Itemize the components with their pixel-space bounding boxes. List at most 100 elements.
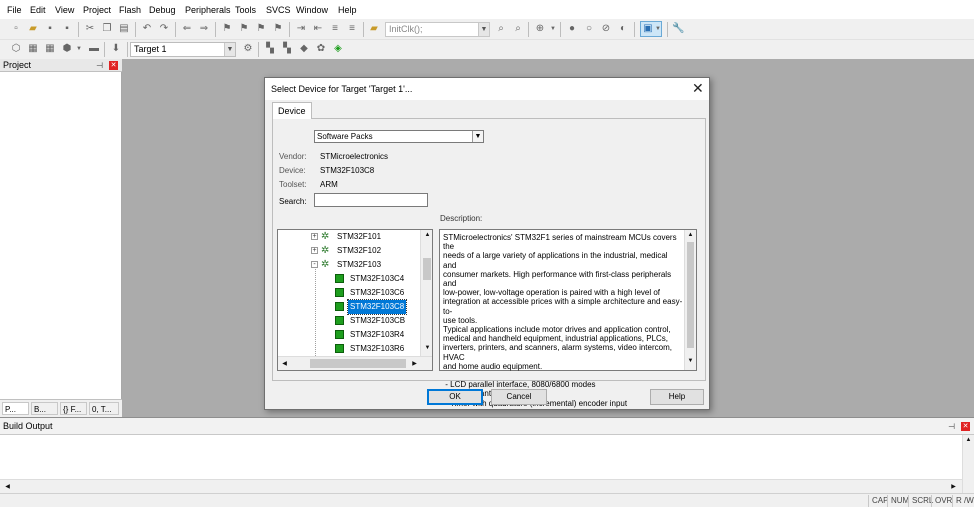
indent-icon[interactable]: ⇥ <box>295 23 307 35</box>
file-extensions-icon[interactable]: ▚ <box>264 43 276 55</box>
tree-item-family[interactable]: + ✲ STM32F101 <box>278 230 418 244</box>
menu-file[interactable]: File <box>7 5 22 15</box>
rebuild-icon[interactable]: ▦ <box>44 43 56 55</box>
target-options-icon[interactable]: ⚙ <box>242 43 254 55</box>
find-in-files-icon[interactable]: ▰ <box>368 23 380 35</box>
tab-device[interactable]: Device <box>272 102 312 119</box>
pack-select[interactable]: Software Packs ▼ <box>314 130 484 143</box>
download-icon[interactable]: ⬇ <box>110 43 122 55</box>
translate-icon[interactable]: ⬡ <box>10 43 22 55</box>
open-file-icon[interactable]: ▰ <box>27 23 39 35</box>
menu-edit[interactable]: Edit <box>30 5 46 15</box>
scroll-left-icon[interactable]: ◀ <box>279 360 290 367</box>
tree-item-family[interactable]: - ✲ STM32F103 <box>278 258 418 272</box>
chevron-down-icon[interactable]: ▼ <box>73 43 85 55</box>
pack-installer-icon[interactable]: ◆ <box>298 43 310 55</box>
find-icon[interactable]: ⌕ <box>495 23 507 35</box>
close-icon[interactable]: ✕ <box>961 422 970 431</box>
tree-item-family[interactable]: + ✲ STM32F102 <box>278 244 418 258</box>
chevron-down-icon[interactable]: ▼ <box>224 43 235 56</box>
unindent-icon[interactable]: ⇤ <box>312 23 324 35</box>
tree-item-device[interactable]: STM32F103R4 <box>278 328 418 342</box>
menu-window[interactable]: Window <box>296 5 328 15</box>
scroll-thumb[interactable] <box>687 242 694 348</box>
configure-icon[interactable]: 🔧 <box>672 23 684 35</box>
navigate-back-icon[interactable]: ⇐ <box>181 23 193 35</box>
scroll-down-icon[interactable]: ▼ <box>685 358 696 364</box>
scroll-thumb[interactable] <box>310 359 406 368</box>
scroll-down-icon[interactable]: ▼ <box>422 345 432 351</box>
expand-icon[interactable]: + <box>311 233 318 240</box>
copy-icon[interactable]: ❐ <box>101 23 113 35</box>
build-output-horizontal-scrollbar[interactable]: ◀ ▶ <box>0 479 962 493</box>
save-all-icon[interactable]: ▪ <box>61 23 73 35</box>
scroll-right-icon[interactable]: ▶ <box>948 483 959 490</box>
description-vertical-scrollbar[interactable]: ▲ ▼ <box>684 230 696 370</box>
chevron-down-icon[interactable]: ▼ <box>478 23 489 36</box>
save-icon[interactable]: ▪ <box>44 23 56 35</box>
cut-icon[interactable]: ✂ <box>84 23 96 35</box>
stop-build-icon[interactable]: ▬ <box>88 43 100 55</box>
rte-icon[interactable]: ◈ <box>332 43 344 55</box>
uncomment-icon[interactable]: ≡ <box>346 23 358 35</box>
pin-icon[interactable]: ⊣ <box>948 418 955 435</box>
batch-build-icon[interactable]: ⬢ <box>61 43 73 55</box>
select-packs-icon[interactable]: ✿ <box>315 43 327 55</box>
disable-breakpoint-icon[interactable]: ○ <box>583 23 595 35</box>
scroll-right-icon[interactable]: ▶ <box>409 360 420 367</box>
chevron-down-icon[interactable]: ▼ <box>472 131 483 142</box>
new-file-icon[interactable]: ▫ <box>10 23 22 35</box>
cancel-button[interactable]: Cancel <box>491 389 547 405</box>
build-output-vertical-scrollbar[interactable]: ▲ <box>962 435 974 493</box>
target-combo[interactable]: Target 1 ▼ <box>130 42 236 57</box>
close-icon[interactable]: ✕ <box>692 80 704 96</box>
close-icon[interactable]: ✕ <box>109 61 118 70</box>
bookmark-icon[interactable]: ⚑ <box>221 23 233 35</box>
scroll-up-icon[interactable]: ▲ <box>685 232 696 238</box>
tree-item-device[interactable]: STM32F103CB <box>278 314 418 328</box>
menu-help[interactable]: Help <box>338 5 357 15</box>
menu-view[interactable]: View <box>55 5 74 15</box>
prev-bookmark-icon[interactable]: ⚑ <box>238 23 250 35</box>
undo-icon[interactable]: ↶ <box>141 23 153 35</box>
collapse-icon[interactable]: - <box>311 261 318 268</box>
clear-bookmarks-icon[interactable]: ⚑ <box>272 23 284 35</box>
incremental-find-icon[interactable]: ⌕ <box>512 23 524 35</box>
tab-functions[interactable]: {} F... <box>60 402 87 415</box>
menu-tools[interactable]: Tools <box>235 5 256 15</box>
menu-flash[interactable]: Flash <box>119 5 141 15</box>
tab-templates[interactable]: 0, T... <box>89 402 119 415</box>
tree-item-device[interactable]: STM32F103C6 <box>278 286 418 300</box>
help-button[interactable]: Help <box>650 389 704 405</box>
tree-item-device[interactable]: STM32F103C4 <box>278 272 418 286</box>
tree-item-device[interactable]: STM32F103R6 <box>278 342 418 356</box>
tab-project[interactable]: P... <box>2 402 29 415</box>
comment-icon[interactable]: ≡ <box>329 23 341 35</box>
tab-books[interactable]: B... <box>31 402 58 415</box>
scroll-up-icon[interactable]: ▲ <box>422 232 432 238</box>
menu-project[interactable]: Project <box>83 5 111 15</box>
menu-svcs[interactable]: SVCS <box>266 5 291 15</box>
tree-item-device-selected[interactable]: STM32F103C8 <box>278 299 418 315</box>
menu-peripherals[interactable]: Peripherals <box>185 5 231 15</box>
debug-session-icon[interactable]: ⊕ <box>534 23 546 35</box>
navigate-forward-icon[interactable]: ⇒ <box>198 23 210 35</box>
next-bookmark-icon[interactable]: ⚑ <box>255 23 267 35</box>
tree-horizontal-scrollbar[interactable]: ◀ ▶ <box>278 356 432 370</box>
scroll-left-icon[interactable]: ◀ <box>2 483 13 490</box>
manage-items-icon[interactable]: ▚ <box>281 43 293 55</box>
expand-icon[interactable]: + <box>311 247 318 254</box>
menu-debug[interactable]: Debug <box>149 5 176 15</box>
find-combo[interactable]: InitClk(); ▼ <box>385 22 490 37</box>
kill-all-breakpoints-icon[interactable]: ◐ <box>617 23 629 35</box>
scroll-up-icon[interactable]: ▲ <box>963 437 974 443</box>
search-input[interactable] <box>314 193 428 207</box>
breakpoint-icon[interactable]: ● <box>566 23 578 35</box>
ok-button[interactable]: OK <box>427 389 483 405</box>
chevron-down-icon[interactable]: ▼ <box>547 23 559 35</box>
kill-breakpoints-icon[interactable]: ⊘ <box>600 23 612 35</box>
pin-icon[interactable]: ⊣ <box>96 59 103 72</box>
build-icon[interactable]: ▦ <box>27 43 39 55</box>
window-layout-button[interactable]: ▣ ▼ <box>640 21 662 37</box>
redo-icon[interactable]: ↷ <box>158 23 170 35</box>
